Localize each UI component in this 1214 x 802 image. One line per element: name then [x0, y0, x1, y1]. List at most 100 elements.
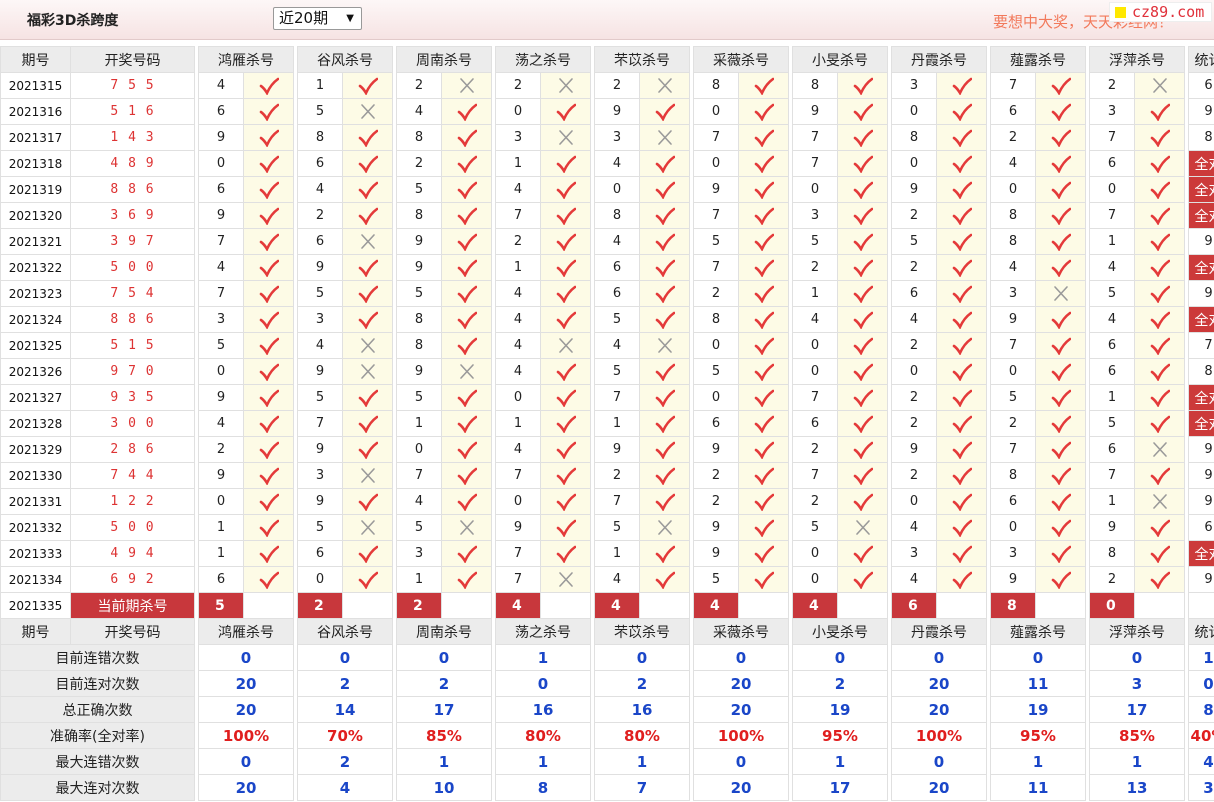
kill-number-cell: 5 [990, 384, 1036, 411]
kill-number-cell: 5 [396, 514, 442, 541]
result-mark-cell [540, 358, 591, 385]
row-stat-cell: 9 [1188, 436, 1214, 463]
kill-number-cell: 7 [792, 462, 838, 489]
check-icon [952, 389, 972, 407]
kill-number-cell: 7 [1089, 202, 1135, 229]
row-stat-cell: 全对 [1188, 150, 1214, 177]
summary-value: 16 [495, 696, 591, 723]
check-icon [1150, 103, 1170, 121]
result-mark-cell [540, 98, 591, 125]
check-icon [655, 389, 675, 407]
result-mark-cell [441, 566, 492, 593]
kill-number-cell: 1 [1089, 488, 1135, 515]
kill-number-cell: 9 [495, 514, 541, 541]
result-mark-cell [738, 254, 789, 281]
kill-number-cell: 9 [990, 306, 1036, 333]
result-mark-cell [639, 150, 690, 177]
col-header-period: 期号 [0, 46, 71, 73]
site-logo[interactable]: cz89.com [1109, 2, 1212, 22]
check-icon [556, 389, 576, 407]
cross-icon [657, 519, 672, 535]
kill-number-cell: 4 [594, 228, 640, 255]
kill-number-cell: 1 [396, 410, 442, 437]
result-mark-cell [738, 436, 789, 463]
col-header-expert: 丹霞杀号 [891, 618, 987, 645]
result-mark-cell [342, 514, 393, 541]
result-mark-cell [243, 72, 294, 99]
kill-number-cell: 3 [891, 540, 937, 567]
kill-number-cell: 5 [1089, 410, 1135, 437]
kill-number-cell: 8 [990, 202, 1036, 229]
check-icon [457, 259, 477, 277]
kill-number-cell: 7 [594, 384, 640, 411]
logo-text: cz89.com [1132, 3, 1205, 21]
col-header-expert: 薤露杀号 [990, 618, 1086, 645]
check-icon [655, 207, 675, 225]
result-mark-cell [243, 332, 294, 359]
result-mark-cell [243, 124, 294, 151]
check-icon [457, 207, 477, 225]
kill-number-cell: 2 [198, 436, 244, 463]
summary-value: 7 [594, 774, 690, 801]
result-mark-cell [837, 384, 888, 411]
check-icon [259, 129, 279, 147]
col-header-expert: 丹霞杀号 [891, 46, 987, 73]
check-icon [1150, 181, 1170, 199]
kill-number-cell: 3 [891, 72, 937, 99]
result-mark-cell [936, 436, 987, 463]
result-mark-cell [837, 566, 888, 593]
check-icon [457, 571, 477, 589]
kill-number-cell: 9 [594, 98, 640, 125]
summary-value: 0 [693, 644, 789, 671]
kill-number-cell: 8 [297, 124, 343, 151]
result-mark-cell [837, 124, 888, 151]
kill-number-cell: 9 [693, 176, 739, 203]
period-select[interactable]: 近20期 ▼ [273, 7, 362, 30]
check-icon [556, 519, 576, 537]
winning-number-cell: 7 4 4 [70, 462, 195, 489]
table-row: 2021315 7 5 54 1 2 2 2 8 8 3 7 2 6 [0, 72, 1214, 99]
check-icon [457, 285, 477, 303]
current-empty-cell [1134, 592, 1185, 619]
result-mark-cell [837, 254, 888, 281]
period-cell: 2021325 [0, 332, 71, 359]
summary-row: 最大连对次数 20 4 10 8 7 20 17 20 11 13 3 [0, 774, 1214, 801]
kill-number-cell: 7 [198, 280, 244, 307]
period-cell: 2021320 [0, 202, 71, 229]
check-icon [457, 181, 477, 199]
current-kill-number: 0 [1089, 592, 1135, 619]
check-icon [1150, 207, 1170, 225]
check-icon [457, 441, 477, 459]
result-mark-cell [936, 514, 987, 541]
result-mark-cell [540, 280, 591, 307]
summary-row: 准确率(全对率) 100% 70% 85% 80% 80% 100% 95% 100% 95% 85… [0, 722, 1214, 749]
result-mark-cell [1035, 436, 1086, 463]
check-icon [358, 285, 378, 303]
result-mark-cell [540, 540, 591, 567]
summary-value: 0 [396, 644, 492, 671]
result-mark-cell [441, 176, 492, 203]
kill-number-cell: 7 [792, 384, 838, 411]
check-icon [655, 441, 675, 459]
period-cell: 2021318 [0, 150, 71, 177]
kill-number-cell: 0 [891, 150, 937, 177]
summary-value: 0 [792, 644, 888, 671]
cross-icon [459, 77, 474, 93]
current-kill-number: 5 [198, 592, 244, 619]
kill-number-cell: 0 [1089, 176, 1135, 203]
cross-icon [360, 103, 375, 119]
kill-number-cell: 9 [990, 566, 1036, 593]
check-icon [952, 259, 972, 277]
result-mark-cell [243, 98, 294, 125]
winning-number-cell: 5 1 5 [70, 332, 195, 359]
kill-number-cell: 4 [990, 254, 1036, 281]
check-icon [358, 441, 378, 459]
result-mark-cell [837, 332, 888, 359]
summary-value: 8 [495, 774, 591, 801]
result-mark-cell [342, 358, 393, 385]
period-cell: 2021330 [0, 462, 71, 489]
summary-value: 17 [396, 696, 492, 723]
row-stat-cell: 6 [1188, 72, 1214, 99]
table-row: 2021323 7 5 47 5 5 4 6 2 1 6 3 5 9 [0, 280, 1214, 307]
check-icon [1051, 545, 1071, 563]
